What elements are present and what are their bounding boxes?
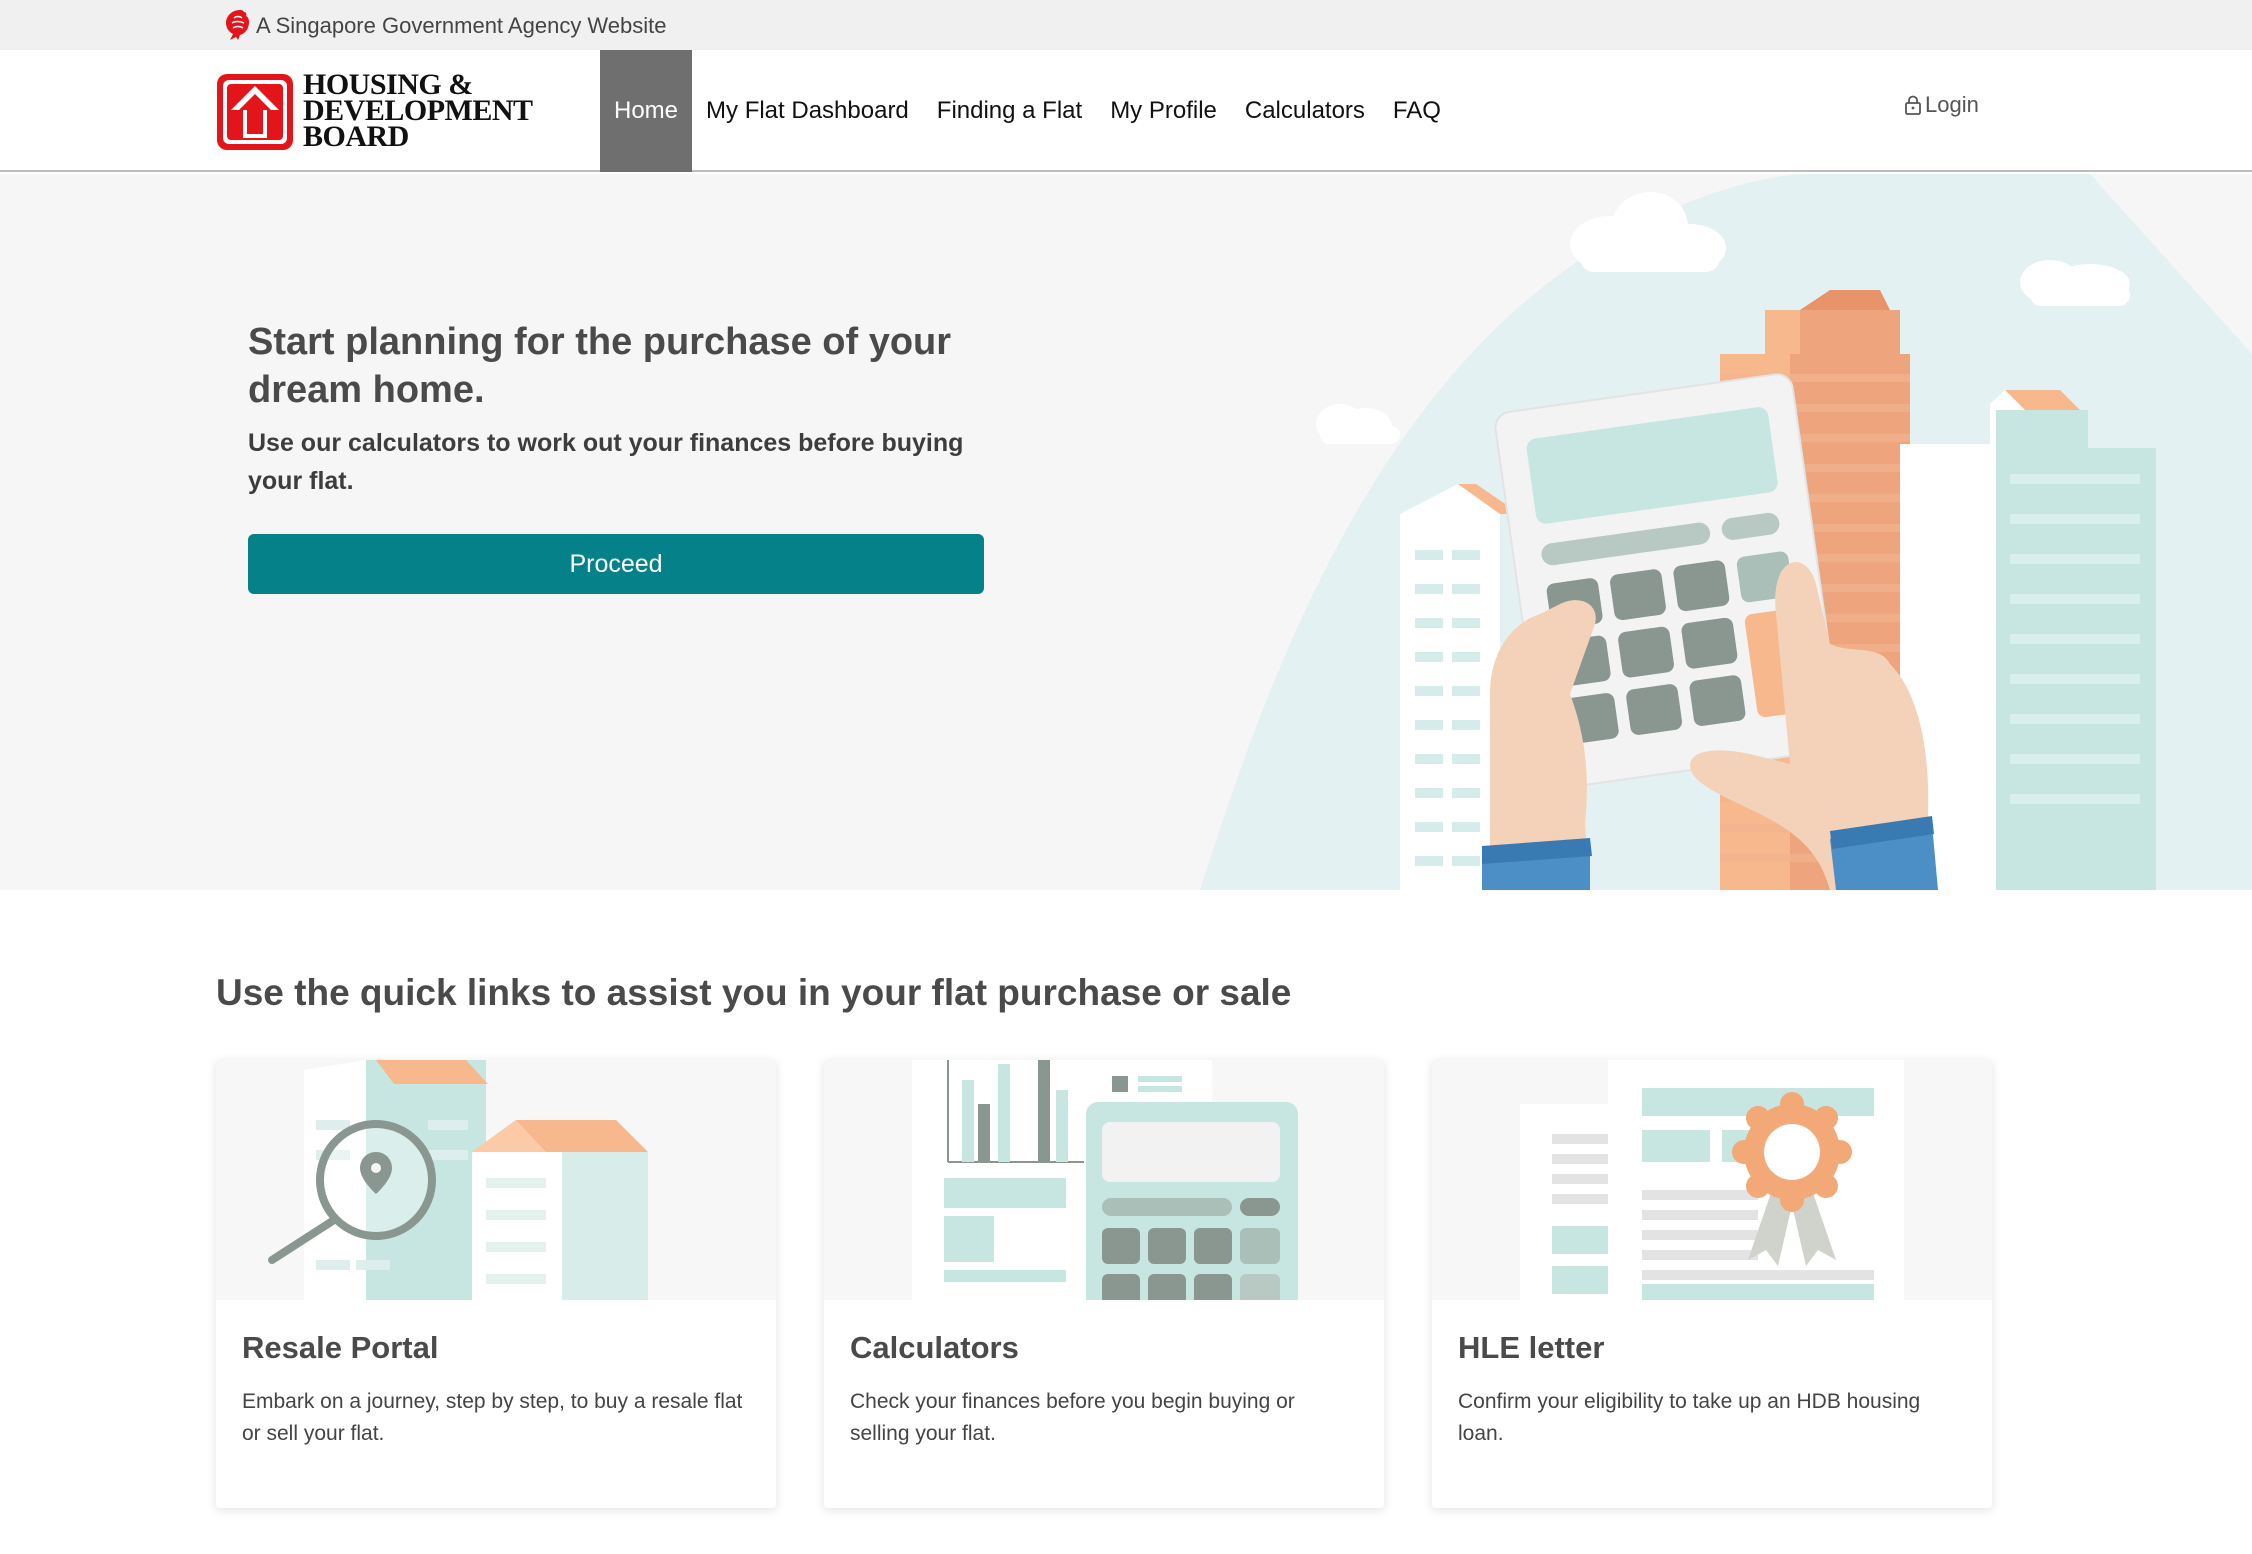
hero-title: Start planning for the purchase of your … <box>248 321 952 411</box>
main-nav: Home My Flat Dashboard Finding a Flat My… <box>600 50 1455 172</box>
calculator-cityscape-illustration <box>1200 174 2252 890</box>
logo-line-3: BOARD <box>303 120 409 153</box>
hero-subtitle: Use our calculators to work out your fin… <box>248 429 964 495</box>
hdb-logo[interactable]: HOUSING & DEVELOPMENT BOARD <box>215 70 545 154</box>
masthead-text: A Singapore Government Agency Website <box>256 13 667 38</box>
lock-icon <box>1905 95 1921 115</box>
site-header: HOUSING & DEVELOPMENT BOARD Home My Flat… <box>0 50 2252 172</box>
login-link[interactable]: Login <box>1904 92 1979 118</box>
calculator-chart-illustration <box>824 1060 1384 1300</box>
certificate-ribbon-illustration <box>1432 1060 1992 1300</box>
calculators-card[interactable]: Calculators Check your finances before y… <box>824 1060 1384 1508</box>
hero-banner: Start planning for the purchase of your … <box>0 174 2252 890</box>
card-title: Calculators <box>850 1330 1019 1365</box>
hdb-house-arrow-icon <box>217 74 293 150</box>
logo-wordmark: HOUSING & DEVELOPMENT BOARD <box>303 70 533 153</box>
buildings-magnifier-illustration <box>216 1060 776 1300</box>
login-label: Login <box>1925 92 1979 117</box>
government-masthead: A Singapore Government Agency Website <box>0 0 2252 50</box>
card-title: HLE letter <box>1458 1330 1605 1365</box>
nav-item-my-profile[interactable]: My Profile <box>1096 50 1231 172</box>
nav-item-calculators[interactable]: Calculators <box>1231 50 1379 172</box>
nav-item-finding-a-flat[interactable]: Finding a Flat <box>923 50 1096 172</box>
card-description: Embark on a journey, step by step, to bu… <box>242 1390 743 1445</box>
nav-item-home[interactable]: Home <box>600 50 693 172</box>
hle-letter-card[interactable]: HLE letter Confirm your eligibility to t… <box>1432 1060 1992 1508</box>
nav-item-faq[interactable]: FAQ <box>1379 50 1455 172</box>
proceed-button[interactable]: Proceed <box>248 534 984 594</box>
quick-links-heading: Use the quick links to assist you in you… <box>216 972 1292 1013</box>
lion-head-icon <box>226 10 249 40</box>
card-title: Resale Portal <box>242 1330 439 1365</box>
resale-portal-card[interactable]: Resale Portal Embark on a journey, step … <box>216 1060 776 1508</box>
card-description: Check your finances before you begin buy… <box>850 1390 1295 1445</box>
card-description: Confirm your eligibility to take up an H… <box>1458 1390 1921 1445</box>
nav-item-my-flat-dashboard[interactable]: My Flat Dashboard <box>692 50 923 172</box>
